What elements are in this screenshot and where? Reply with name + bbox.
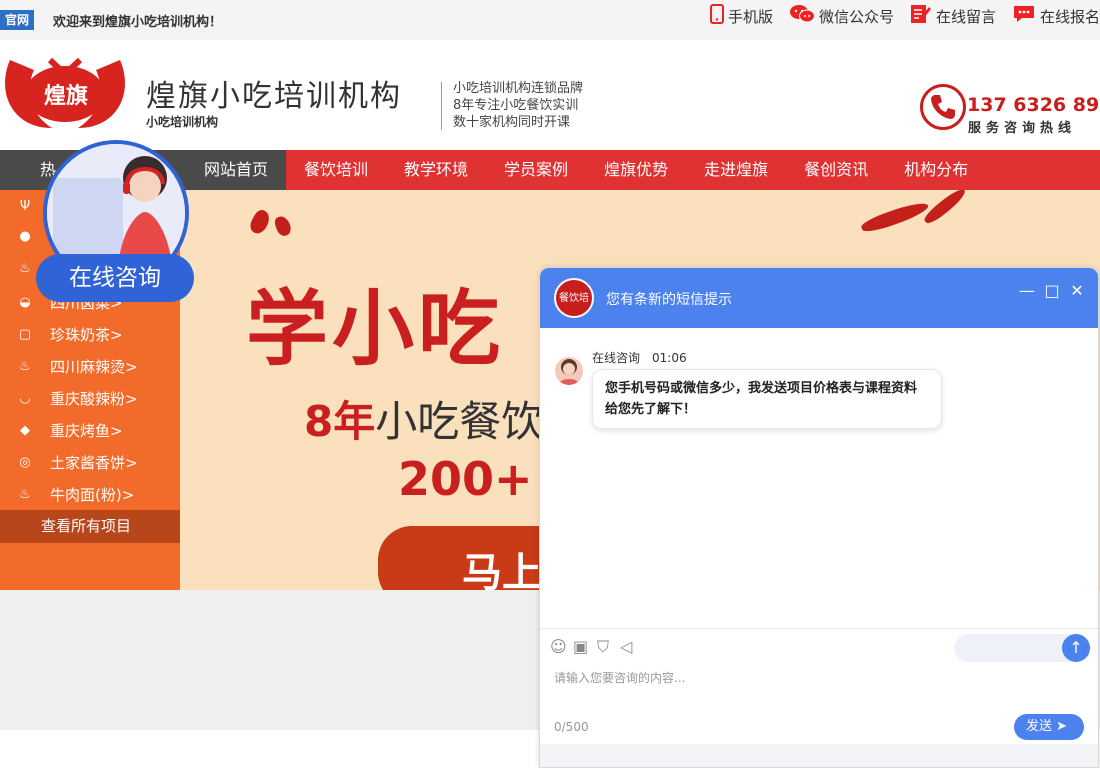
hotpot-icon: ♨ (19, 358, 31, 374)
category-label: 珍珠奶茶> (50, 325, 123, 344)
banner-years: 8年 (304, 397, 376, 446)
nav-item-about[interactable]: 走进煌旗 (686, 150, 786, 190)
brand-name: 煌旗小吃培训机构 (146, 79, 402, 114)
nav-item-environment[interactable]: 教学环境 (386, 150, 486, 190)
nav-menu: 网站首页 餐饮培训 教学环境 学员案例 煌旗优势 走进煌旗 餐创资讯 机构分布 (186, 150, 986, 190)
phone-label: 服务咨询热线 (968, 121, 1077, 136)
chat-header: 餐饮培训 您有条新的短信提示 — □ ✕ (540, 268, 1098, 342)
wechat-label: 微信公众号 (818, 7, 894, 26)
chili-decoration (859, 198, 931, 236)
chat-footer (540, 744, 1098, 767)
sound-icon[interactable]: ◁ (620, 637, 632, 656)
shield-icon[interactable]: ⛉ (597, 637, 609, 657)
send-icon: ➤ (1056, 719, 1068, 734)
register-label: 在线报名 (1039, 7, 1100, 26)
nav-item-training[interactable]: 餐饮培训 (286, 150, 386, 190)
consult-float[interactable]: 在线咨询 (36, 138, 194, 304)
mobile-icon (709, 3, 724, 29)
send-button[interactable]: 发送 ➤ (1014, 714, 1084, 740)
image-icon[interactable]: ▣ (573, 637, 588, 656)
category-item[interactable]: ▢ 珍珠奶茶> (0, 318, 180, 350)
chat-title: 您有条新的短信提示 (606, 292, 732, 308)
message-board-icon (910, 3, 932, 29)
online-consult-button[interactable]: 在线咨询 (36, 254, 194, 302)
category-label: 重庆烤鱼> (50, 421, 123, 440)
logo-text: 煌旗 (43, 84, 88, 109)
message-input[interactable]: 请输入您要咨询的内容... (554, 669, 685, 686)
banner-subtitle-text: 小吃餐饮 (375, 397, 544, 446)
hotline[interactable]: 137 6326 8994 服务咨询热线 (920, 82, 1100, 138)
message-board-label: 在线留言 (935, 7, 996, 26)
scroll-up-icon[interactable]: ↑ (1062, 634, 1090, 662)
nav-item-advantages[interactable]: 煌旗优势 (586, 150, 686, 190)
category-item[interactable]: ♨ 牛肉面(粉)> (0, 478, 180, 510)
chat-divider (540, 628, 1098, 629)
slogan-line: 数十家机构同时开课 (453, 115, 571, 130)
brand-subtitle: 小吃培训机构 (146, 115, 219, 129)
message-bubble: 您手机号码或微信多少，我发送项目价格表与课程资料给您先了解下！ (592, 369, 942, 429)
bowl-icon: ◡ (19, 390, 31, 406)
message-meta: 在线咨询 01:06 (592, 349, 699, 366)
top-bar: 官网 欢迎来到煌旗小吃培训机构！ 手机版 微信公众号 在线留言 在线报名 (0, 0, 1100, 40)
minimize-icon[interactable]: — (1017, 281, 1037, 300)
nav-item-home[interactable]: 网站首页 (186, 150, 287, 190)
message-sender: 在线咨询 (592, 351, 641, 365)
close-icon[interactable]: ✕ (1067, 281, 1087, 300)
agent-avatar-small (555, 357, 583, 385)
slogan-line: 小吃培训机构连锁品牌 (453, 81, 584, 96)
pancake-icon: ◎ (19, 454, 31, 470)
category-label: 四川麻辣烫> (50, 357, 138, 376)
char-counter: 0/500 (554, 720, 589, 734)
brand-logo[interactable]: 煌旗 (2, 52, 128, 132)
banner-count: 200+ (398, 452, 533, 506)
chili-decoration (921, 190, 969, 227)
category-item[interactable]: ◎ 土家酱香饼> (0, 446, 180, 478)
emoji-icon[interactable]: ☺ (550, 637, 567, 656)
header-divider (441, 82, 442, 130)
official-badge: 官网 (0, 10, 34, 30)
chat-bubble-icon (1012, 4, 1036, 28)
chat-window: 餐饮培训 您有条新的短信提示 — □ ✕ 在线咨询 01:06 您手机号码或微信多… (539, 267, 1099, 768)
slogan-line: 8年专注小吃餐饮实训 (453, 98, 579, 113)
site-header: 煌旗 煌旗小吃培训机构 小吃培训机构 小吃培训机构连锁品牌 8年专注小吃餐饮实训… (0, 40, 1100, 150)
view-all-projects[interactable]: 查看所有项目 (0, 510, 180, 543)
chili-decoration (247, 207, 273, 237)
message-board-link[interactable]: 在线留言 (910, 4, 996, 28)
welcome-text: 欢迎来到煌旗小吃培训机构！ (53, 15, 223, 30)
category-item[interactable]: ◡ 重庆酸辣粉> (0, 382, 180, 414)
top-links: 手机版 微信公众号 在线留言 在线报名 (709, 3, 1100, 29)
category-item[interactable]: ◆ 重庆烤鱼> (0, 414, 180, 446)
chili-decoration (273, 214, 293, 238)
phone-icon (920, 84, 966, 130)
chat-logo: 餐饮培训 (554, 278, 594, 342)
banner-subtitle: 8年小吃餐饮 (304, 388, 543, 449)
fish-icon: ◆ (20, 422, 30, 438)
cup-icon: ▢ (18, 326, 32, 342)
nav-item-cases[interactable]: 学员案例 (486, 150, 586, 190)
category-item[interactable]: ♨ 四川麻辣烫> (0, 350, 180, 382)
maximize-icon[interactable]: □ (1042, 281, 1062, 300)
nav-item-news[interactable]: 餐创资讯 (786, 150, 886, 190)
register-link[interactable]: 在线报名 (1012, 4, 1100, 28)
nav-item-branches[interactable]: 机构分布 (886, 150, 986, 190)
send-label: 发送 (1026, 719, 1053, 734)
slogans: 小吃培训机构连锁品牌 8年专注小吃餐饮实训 数十家机构同时开课 (453, 80, 583, 131)
category-label: 土家酱香饼> (50, 453, 138, 472)
banner-title: 学小吃 (246, 281, 505, 377)
noodle-icon: ♨ (19, 486, 31, 502)
wechat-link[interactable]: 微信公众号 (789, 4, 894, 28)
mobile-label: 手机版 (727, 7, 773, 26)
mobile-link[interactable]: 手机版 (709, 3, 773, 29)
phone-number: 137 6326 8994 (967, 94, 1100, 116)
category-label: 重庆酸辣粉> (50, 389, 138, 408)
message-time: 01:06 (652, 351, 687, 365)
wechat-icon (789, 4, 815, 28)
category-label: 牛肉面(粉)> (50, 485, 135, 504)
